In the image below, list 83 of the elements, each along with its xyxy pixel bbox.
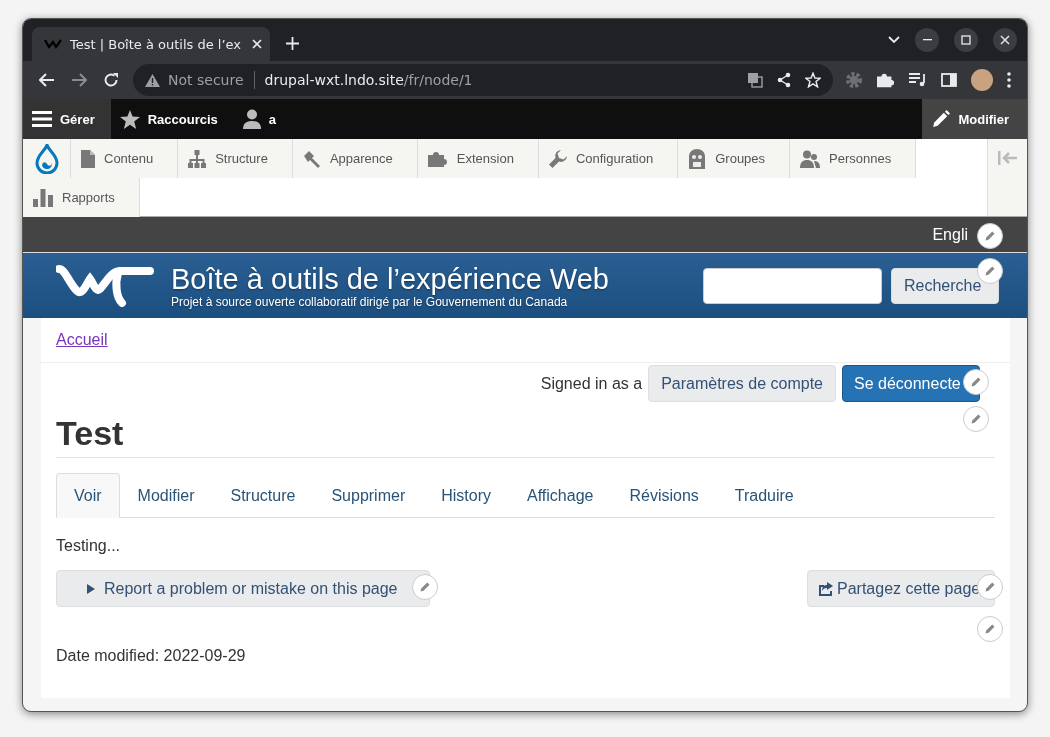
admin-menu-item[interactable]: Apparence (292, 139, 418, 178)
wxt-logo[interactable] (56, 262, 156, 309)
admin-menu-item[interactable]: Extension (417, 139, 539, 178)
address-bar[interactable]: Not secure drupal-wxt.lndo.site/fr/node/1 (133, 64, 833, 96)
gear-icon[interactable] (845, 71, 863, 89)
chevron-down-icon[interactable] (888, 36, 900, 44)
star-outline-icon[interactable] (805, 72, 821, 88)
group-icon (688, 148, 707, 169)
page-tab[interactable]: Structure (212, 473, 314, 518)
admin-menu-item[interactable]: Personnes (790, 139, 917, 178)
toolbar-tab[interactable]: a (233, 99, 293, 139)
search-field[interactable] (703, 267, 882, 304)
triangle-right-icon (87, 583, 95, 594)
pencil-icon (970, 376, 982, 388)
share-icon[interactable] (777, 72, 791, 88)
pencil-icon (984, 623, 996, 635)
admin-menu-item[interactable]: Rapports (23, 178, 140, 217)
person-icon (242, 109, 261, 129)
page-tab[interactable]: Affichage (509, 473, 612, 518)
document-icon (81, 149, 95, 168)
puzzle-icon[interactable] (877, 72, 895, 88)
page-tab[interactable]: History (423, 473, 509, 518)
breadcrumb-link[interactable]: Accueil (56, 331, 108, 349)
minimize-button[interactable] (915, 28, 939, 52)
page-tab[interactable]: Révisions (611, 473, 717, 518)
site-subtitle: Projet à source ouverte collaboratif dirigé par le Gouvernement du Canada (171, 294, 569, 309)
browser-tab[interactable]: Test | Boîte à outils de l’ex (32, 27, 270, 61)
profile-avatar[interactable] (971, 69, 993, 91)
back-icon[interactable] (39, 73, 55, 87)
page-tab[interactable]: Supprimer (313, 473, 424, 518)
puzzle-icon (427, 150, 448, 167)
people-icon (800, 149, 821, 168)
admin-menu-item[interactable]: Structure (178, 139, 293, 178)
pencil-icon (984, 265, 996, 277)
reload-icon[interactable] (103, 72, 119, 88)
wrench-icon (548, 149, 567, 168)
toolbar-tab[interactable]: Gérer (23, 99, 111, 139)
star-icon (119, 109, 140, 129)
new-tab-icon[interactable] (286, 37, 299, 50)
toolbar-tab[interactable]: Raccourcis (110, 99, 234, 139)
admin-menu-item[interactable]: Configuration (538, 139, 679, 178)
menu-icon (32, 110, 52, 128)
page-tab[interactable]: Traduire (716, 473, 812, 518)
admin-menu-item[interactable]: Groupes (678, 139, 791, 178)
pencil-icon (984, 581, 996, 593)
close-icon (1000, 35, 1010, 45)
minimize-icon (922, 39, 932, 41)
drupal-drop-icon[interactable] (34, 143, 59, 174)
close-window-button[interactable] (993, 28, 1017, 52)
maximize-icon (961, 35, 971, 45)
site-title[interactable]: Boîte à outils de l’expérience Web (171, 262, 609, 295)
edit-mode-button[interactable]: Modifier (922, 99, 1027, 139)
share-button[interactable]: Partagez cette page (807, 570, 995, 607)
date-modified: Date modified: 2022-09-29 (56, 647, 247, 665)
page-tab[interactable]: Voir (56, 473, 120, 518)
wxt-favicon-icon (44, 39, 62, 49)
account-settings-button[interactable]: Paramètres de compte (648, 365, 836, 402)
pencil-icon (419, 581, 431, 593)
pencil-icon (984, 230, 996, 242)
warning-icon (145, 73, 160, 87)
page-tab[interactable]: Modifier (119, 473, 213, 518)
pencil-icon (932, 110, 951, 128)
side-panel-icon[interactable] (941, 73, 957, 87)
hierarchy-icon (188, 149, 207, 168)
close-icon[interactable] (252, 39, 262, 49)
maximize-button[interactable] (954, 28, 978, 52)
pencil-icon (970, 413, 982, 425)
forward-icon[interactable] (71, 73, 87, 87)
search-button[interactable]: Recherche (891, 267, 999, 304)
language-link[interactable]: Engli (932, 225, 968, 244)
share-icon (818, 581, 834, 596)
signed-in-text: Signed in as a (540, 374, 643, 393)
report-problem-button[interactable]: Report a problem or mistake on this page (56, 570, 430, 607)
url-text: drupal-wxt.lndo.site/fr/node/1 (264, 72, 473, 88)
admin-menu-item[interactable]: Contenu (71, 139, 179, 178)
logout-button[interactable]: Se déconnecte (842, 365, 980, 402)
body-text: Testing... (56, 537, 122, 555)
translate-icon[interactable] (747, 72, 763, 88)
media-queue-icon[interactable] (909, 73, 927, 87)
more-icon[interactable] (1007, 72, 1011, 88)
bar-chart-icon (33, 188, 53, 207)
security-label: Not secure (168, 72, 244, 88)
hammer-icon (302, 149, 321, 168)
